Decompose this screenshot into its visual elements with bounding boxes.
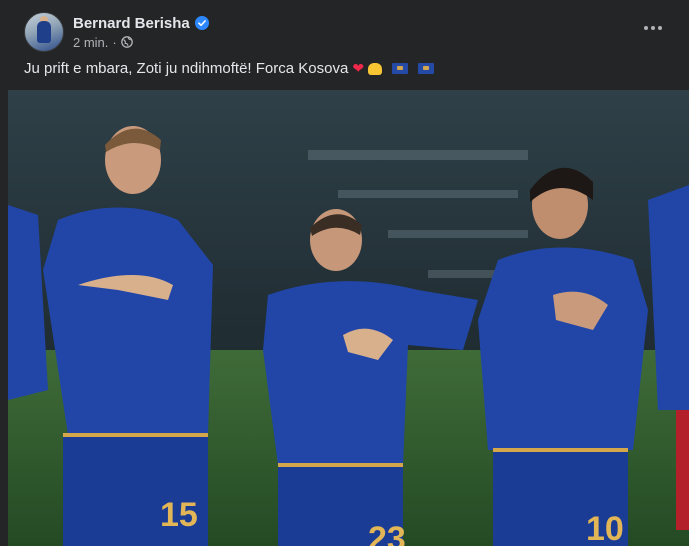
players-photo: 15 23 10	[8, 90, 689, 546]
avatar-figure	[37, 21, 51, 43]
meta-separator: ·	[112, 34, 117, 50]
verified-badge-icon	[194, 16, 209, 30]
red-heart-emoji: ❤	[352, 60, 365, 77]
post-timestamp[interactable]: 2 min.	[73, 35, 108, 50]
kosovo-flag-emoji-2	[418, 63, 435, 74]
post-message: Ju prift e mbara, Zoti ju ndihmoftë! For…	[24, 60, 349, 77]
globe-icon[interactable]	[120, 36, 133, 48]
post-photo[interactable]: 15 23 10	[8, 90, 689, 546]
kosovo-flag-emoji	[392, 63, 409, 74]
jersey-number-10: 10	[586, 510, 624, 546]
post-text: Ju prift e mbara, Zoti ju ndihmoftë! For…	[24, 60, 435, 77]
jersey-number-15: 15	[160, 496, 198, 534]
author-name[interactable]: Bernard Berisha	[73, 15, 190, 32]
facebook-post: Bernard Berisha 2 min. · Ju prift e mbar…	[0, 0, 689, 546]
author-avatar[interactable]	[24, 12, 64, 52]
raising-hands-emoji	[368, 62, 383, 75]
more-options-icon[interactable]	[639, 18, 667, 38]
jersey-number-23: 23	[368, 520, 406, 546]
post-subtitle: 2 min. ·	[73, 35, 209, 50]
post-header: Bernard Berisha 2 min. ·	[24, 12, 209, 52]
post-meta: Bernard Berisha 2 min. ·	[73, 15, 209, 50]
author-row: Bernard Berisha	[73, 15, 209, 32]
